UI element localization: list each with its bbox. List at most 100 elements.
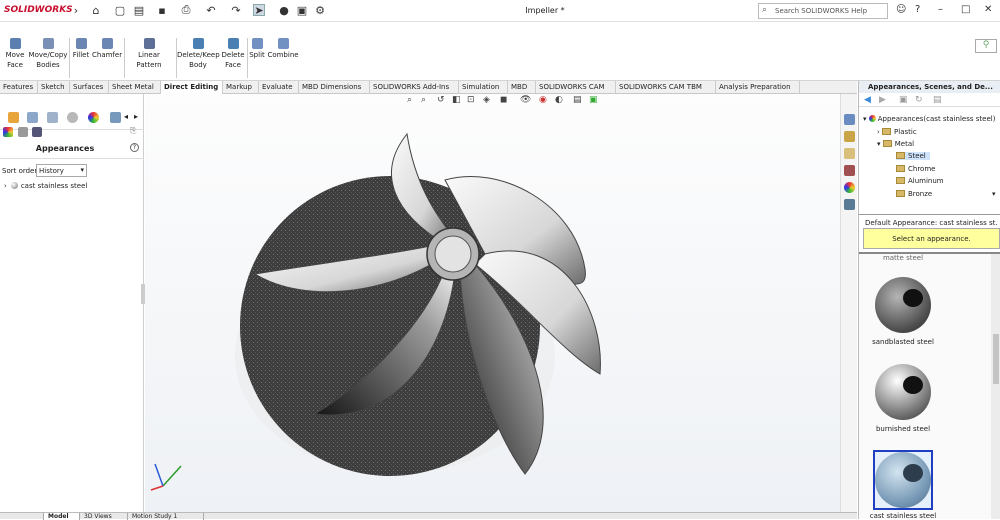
forward-icon[interactable]: ▶ — [879, 95, 886, 105]
move-copy-bodies-button[interactable]: Move/Copy Bodies — [28, 38, 68, 70]
print-icon[interactable]: ⎙ — [180, 3, 192, 16]
maximize-icon[interactable]: □ — [961, 4, 970, 15]
chamfer-button[interactable]: Chamfer — [92, 38, 122, 60]
tab-analysis-preparation[interactable]: Analysis Preparation — [716, 81, 800, 94]
move-face-button[interactable]: Move Face — [3, 38, 27, 70]
tab-simulation[interactable]: Simulation — [459, 81, 508, 94]
tree-item-metal[interactable]: ▾ Metal — [877, 140, 914, 148]
account-icon[interactable]: ☺ — [896, 4, 906, 15]
menu-arrow-icon[interactable]: › — [70, 4, 82, 17]
decals-view-icon[interactable] — [18, 127, 28, 137]
back-icon[interactable]: ◀ — [864, 95, 871, 105]
appearances-view-icon[interactable] — [3, 127, 13, 137]
add-to-library-icon[interactable]: ▣ — [899, 95, 908, 105]
feature-manager-icon[interactable] — [8, 112, 19, 123]
view-palette-icon[interactable] — [844, 165, 855, 176]
panel-divider — [0, 158, 144, 159]
dimxpert-icon[interactable] — [67, 112, 78, 123]
open-icon[interactable]: ▤ — [133, 4, 145, 17]
display-manager-icon[interactable] — [88, 112, 99, 123]
design-library-icon[interactable] — [844, 131, 855, 142]
options-icon[interactable]: ▤ — [933, 95, 942, 105]
select-pointer-icon[interactable]: ➤ — [253, 4, 265, 17]
resources-icon[interactable] — [844, 114, 855, 125]
redo-icon[interactable]: ↷ — [230, 4, 242, 17]
appearances-scenes-icon[interactable] — [844, 182, 855, 193]
split-button[interactable]: Split — [248, 38, 266, 60]
traffic-light-icon[interactable]: ● — [278, 4, 290, 17]
help-search-input[interactable]: ⌕ Search SOLIDWORKS Help — [758, 3, 888, 19]
home-icon[interactable]: ⌂ — [90, 4, 102, 17]
ribbon-pin-icon[interactable]: ⚲ — [975, 39, 997, 53]
gallery-label: matte steel — [882, 254, 924, 262]
tab-solidworks-cam[interactable]: SOLIDWORKS CAM — [536, 81, 616, 94]
tree-item-plastic[interactable]: › Plastic — [877, 128, 917, 136]
task-pane-divider — [859, 214, 1000, 215]
gallery-scrollbar[interactable] — [991, 254, 1000, 519]
file-explorer-icon[interactable] — [844, 148, 855, 159]
scrollbar-thumb[interactable] — [993, 334, 999, 384]
panel-scroll-right-icon[interactable]: ▸ — [134, 112, 138, 121]
tab-mbd[interactable]: MBD — [508, 81, 536, 94]
panel-help-icon[interactable]: ? — [130, 143, 139, 152]
panel-tab-icons: ◂ ▸ ⎘ — [0, 96, 144, 137]
minimize-icon[interactable]: – — [938, 4, 943, 15]
select-appearance-hint: Select an appearance. — [863, 228, 1000, 249]
property-manager-icon[interactable] — [27, 112, 38, 123]
folder-icon — [896, 177, 905, 184]
task-pane-tabs — [840, 94, 857, 512]
tab-evaluate[interactable]: Evaluate — [259, 81, 299, 94]
fillet-button[interactable]: Fillet — [71, 38, 91, 60]
collapse-arrow-icon: ▾ — [863, 115, 867, 123]
tab-sketch[interactable]: Sketch — [38, 81, 70, 94]
custom-properties-icon[interactable] — [844, 199, 855, 210]
help-icon[interactable]: ? — [915, 4, 920, 15]
folder-icon — [882, 128, 892, 135]
tab-surfaces[interactable]: Surfaces — [70, 81, 109, 94]
graphics-viewport[interactable]: ⌕ ⌕ ↺ ◧ ⊡ ◈ ◼ 👁 ◉ ◐ ▤ ▣ — [145, 94, 840, 512]
refresh-icon[interactable]: ↻ — [915, 95, 923, 105]
burnished-steel-sphere-icon — [875, 364, 931, 420]
folder-icon — [882, 140, 892, 147]
sort-order-select[interactable]: History ▾ — [36, 164, 87, 177]
fillet-label: Fillet — [72, 51, 90, 59]
impeller-model[interactable] — [145, 94, 840, 512]
tree-root-appearances[interactable]: ▾ Appearances(cast stainless steel) — [863, 115, 995, 123]
tab-features[interactable]: Features — [0, 81, 38, 94]
tree-item-steel[interactable]: Steel — [896, 152, 930, 160]
panel-scroll-left-icon[interactable]: ◂ — [124, 112, 128, 121]
scenes-view-icon[interactable] — [32, 127, 42, 137]
tab-mbd-dimensions[interactable]: MBD Dimensions — [299, 81, 370, 94]
tab-solidworks-add-ins[interactable]: SOLIDWORKS Add-Ins — [370, 81, 459, 94]
delete-keep-body-button[interactable]: Delete/Keep Body — [177, 38, 220, 70]
tree-item-label: Aluminum — [908, 177, 944, 185]
tab-solidworks-cam-tbm[interactable]: SOLIDWORKS CAM TBM — [616, 81, 716, 94]
tree-scroll-down-icon[interactable]: ▾ — [992, 190, 996, 198]
tree-item-bronze[interactable]: Bronze — [896, 190, 932, 198]
tree-item-chrome[interactable]: Chrome — [896, 165, 935, 173]
file-properties-icon[interactable]: ▣ — [296, 4, 308, 17]
paste-icon[interactable]: ⎘ — [130, 126, 136, 136]
tree-item-aluminum[interactable]: Aluminum — [896, 177, 944, 185]
chevron-down-icon: ▾ — [80, 166, 84, 174]
close-icon[interactable]: ✕ — [984, 4, 992, 15]
delete-face-button[interactable]: Delete Face — [220, 38, 246, 70]
appearance-list-item[interactable]: › cast stainless steel — [4, 182, 87, 190]
expand-arrow-icon: › — [877, 128, 880, 136]
combine-button[interactable]: Combine — [267, 38, 299, 60]
linear-pattern-button[interactable]: Linear Pattern — [125, 38, 173, 70]
undo-icon[interactable]: ↶ — [205, 4, 217, 17]
appearance-item-label: cast stainless steel — [20, 182, 88, 190]
options-gear-icon[interactable]: ⚙ — [314, 4, 326, 17]
tab-direct-editing[interactable]: Direct Editing — [161, 81, 223, 94]
task-pane-header: Appearances, Scenes, and De... — [859, 81, 1000, 93]
tab-sheet-metal[interactable]: Sheet Metal — [109, 81, 161, 94]
tab-markup[interactable]: Markup — [223, 81, 259, 94]
cam-manager-icon[interactable] — [110, 112, 121, 123]
task-pane-title: Appearances, Scenes, and De... — [868, 83, 993, 91]
new-document-icon[interactable]: ▢ — [114, 4, 126, 17]
configuration-manager-icon[interactable] — [47, 112, 58, 123]
save-icon[interactable]: ▪ — [156, 4, 168, 17]
move-copy-bodies-label: Move/Copy Bodies — [28, 51, 68, 69]
ribbon-divider — [69, 38, 70, 78]
